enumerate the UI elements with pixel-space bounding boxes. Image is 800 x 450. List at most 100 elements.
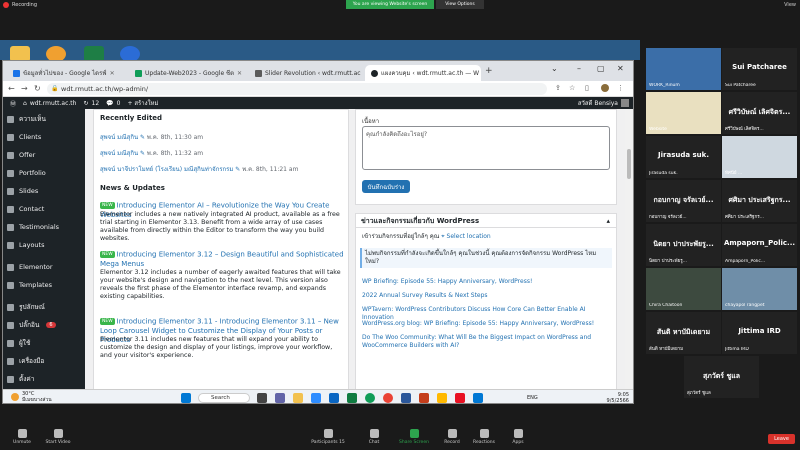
updates-link[interactable]: ↻ 12 (83, 100, 99, 107)
select-location-link[interactable]: Select location (447, 233, 491, 240)
tab-google-sheets[interactable]: Update-Web2023 - Google ชีต ✕ (129, 65, 247, 81)
back-icon[interactable]: ← (8, 84, 15, 93)
chrome-icon[interactable] (383, 393, 393, 403)
view-button[interactable]: View (784, 2, 796, 8)
new-tab-button[interactable]: + (485, 66, 493, 76)
profile-avatar[interactable] (601, 84, 609, 92)
greeting[interactable]: สวัสดี Bensiya (578, 98, 618, 108)
chat-button[interactable]: Chat (352, 429, 396, 445)
recent-item-name[interactable]: สุพจน์ มณีสุกิน (100, 134, 138, 141)
sidebar-item-appearance[interactable]: รูปลักษณ์ (3, 299, 85, 315)
tab-search-icon[interactable]: ⌄ (551, 64, 558, 73)
sidebar-item-users[interactable]: ผู้ใช้ (3, 335, 85, 351)
taskbar-search[interactable]: Search (198, 393, 250, 403)
sidebar-item-portfolio[interactable]: Portfolio (3, 165, 85, 181)
language-indicator[interactable]: ENG (527, 395, 538, 401)
sidebar-item-elementor[interactable]: Elementor (3, 259, 85, 275)
page-scrollbar[interactable] (625, 109, 633, 403)
participant-tile[interactable]: Website (646, 92, 721, 134)
sidebar-item-clients[interactable]: Clients (3, 129, 85, 145)
tab-google-drive[interactable]: ข้อมูลทั่วไปของ - Google ไดรฟ์ ✕ (7, 65, 127, 81)
draft-content-textarea[interactable]: คุณกำลังคิดถึงอะไรอยู่? (362, 126, 610, 170)
teams-icon[interactable] (275, 393, 285, 403)
recent-item[interactable]: สุพจน์ มณีสุกิน ✎ พ.ค. 8th, 11:30 am (100, 132, 203, 142)
zoom-icon[interactable] (311, 393, 321, 403)
explorer-icon[interactable] (293, 393, 303, 403)
news-link[interactable]: WP Briefing: Episode 55: Happy Anniversa… (362, 278, 612, 286)
sidebar-item-templates[interactable]: Templates (3, 277, 85, 293)
sidebar-item-layouts[interactable]: Layouts (3, 237, 85, 253)
recent-item[interactable]: สุพจน์ มณีสุกิน ✎ พ.ค. 8th, 11:32 am (100, 148, 203, 158)
reload-icon[interactable]: ↻ (34, 84, 41, 93)
sidepanel-icon[interactable]: ▯ (585, 84, 589, 92)
leave-button[interactable]: Leave (768, 434, 795, 444)
news-item-title[interactable]: NEW Introducing Elementor 3.12 – Design B… (100, 250, 344, 269)
word-icon[interactable] (401, 393, 411, 403)
recent-item[interactable]: สุพจน์ นาจีปราโมทย์ (โรงเรียน) มณีสุกินท… (100, 164, 298, 174)
sidebar-item-testimonials[interactable]: Testimonials (3, 219, 85, 235)
close-icon[interactable]: ✕ (110, 70, 115, 77)
participant-tile[interactable]: ศรีวิบัษณ์ เลิศจิตร... ศรีวิบัษณ์ เลิศจิต… (722, 92, 797, 134)
files-icon[interactable] (437, 393, 447, 403)
news-link[interactable]: Do The Woo Community: What Will Be the B… (362, 334, 612, 350)
app-icon[interactable] (473, 393, 483, 403)
participants-button[interactable]: Participants 15 (306, 429, 350, 445)
scroll-thumb[interactable] (627, 149, 631, 179)
tab-slider-revolution[interactable]: Slider Revolution ‹ wdt.rmutt.ac✕ (249, 65, 363, 81)
start-video-button[interactable]: Start Video (36, 429, 80, 445)
edge-browser-icon[interactable] (365, 393, 375, 403)
participant-tile[interactable]: ศศิมา ประเสริฐกร... ศศิมา ประเสริฐกร... (722, 180, 797, 222)
close-icon[interactable]: ✕ (237, 70, 242, 77)
participant-tile[interactable]: chayapol rangpet (722, 268, 797, 310)
new-content-link[interactable]: + สร้างใหม่ (127, 98, 158, 108)
participant-tile[interactable]: Chira Chaitoon (646, 268, 721, 310)
sidebar-item-contact[interactable]: Contact (3, 201, 85, 217)
apps-button[interactable]: Apps (496, 429, 540, 445)
weather-widget[interactable]: 30°C มีเมฆบางส่วน (11, 391, 52, 403)
excel-icon[interactable] (347, 393, 357, 403)
news-link[interactable]: 2022 Annual Survey Results & Next Steps (362, 292, 612, 300)
bookmark-star-icon[interactable]: ☆ (569, 84, 575, 92)
news-link[interactable]: Introducing Elementor 3.12 – Design Beau… (100, 251, 344, 268)
tab-dashboard[interactable]: แผงควบคุม ‹ wdt.rmutt.ac.th — W✕ (365, 65, 481, 81)
participant-tile[interactable]: Ampaporn_Polic... Ampaporn_Polic... (722, 224, 797, 266)
wp-logo-icon[interactable]: Ⓦ (10, 99, 16, 108)
participant-tile[interactable]: Jittima IRD Jittima IRD (722, 312, 797, 354)
powerpoint-icon[interactable] (419, 393, 429, 403)
participant-tile[interactable]: นิตยา ปาประพัยรู... นิตยา ปาประพัยรู... (646, 224, 721, 266)
participant-tile[interactable]: Jirasuda suk. Jirasuda suk. (646, 136, 721, 178)
minimize-icon[interactable]: – (577, 64, 581, 73)
home-icon[interactable]: ⌂ wdt.rmutt.ac.th (23, 100, 76, 107)
recent-item-name[interactable]: สุพจน์ มณีสุกิน (100, 150, 138, 157)
collapse-icon[interactable]: ▴ (606, 214, 610, 228)
task-view-icon[interactable] (257, 393, 267, 403)
comments-link[interactable]: 💬 0 (106, 100, 120, 107)
sidebar-item-plugins[interactable]: ปลั๊กอิน 6 (3, 317, 85, 333)
clock[interactable]: 9:05 9/5/2566 (607, 392, 629, 403)
news-link[interactable]: WordPress.org blog: WP Briefing: Episode… (362, 320, 612, 328)
maximize-icon[interactable]: ▢ (597, 64, 605, 73)
view-options-button[interactable]: View Options (436, 0, 484, 9)
participant-tile[interactable]: กอบกาญ จรัลเวย์... กอบกาญ จรัลเวย์... (646, 180, 721, 222)
participant-tile[interactable]: สุภวัตร์ ชูแล สุภวัตร์ ชูแล (684, 356, 759, 398)
sidebar-item-tools[interactable]: เครื่องมือ (3, 353, 85, 369)
save-draft-button[interactable]: บันทึกฉบับร่าง (362, 180, 410, 193)
sidebar-item-offer[interactable]: Offer (3, 147, 85, 163)
menu-icon[interactable]: ⋮ (617, 84, 624, 92)
url-bar[interactable]: 🔒 wdt.rmutt.ac.th/wp-admin/ (47, 83, 547, 95)
participant-tile[interactable]: ทัศนีย์ ... (722, 136, 797, 178)
share-icon[interactable]: ⇪ (555, 84, 561, 92)
participant-tile[interactable]: WORK_Rinum (646, 48, 721, 90)
avatar[interactable] (621, 99, 629, 107)
start-icon[interactable] (181, 393, 191, 403)
participant-tile[interactable]: สันติ หาบัมิเดยาม สันติ หาบัมิเดยาม (646, 312, 721, 354)
sidebar-item-slides[interactable]: Slides (3, 183, 85, 199)
edge-icon[interactable] (329, 393, 339, 403)
recent-item-name[interactable]: สุพจน์ นาจีปราโมทย์ (โรงเรียน) มณีสุกินท… (100, 166, 233, 173)
participant-tile[interactable]: Sui Patcharee Sui Patcharee (722, 48, 797, 90)
close-window-icon[interactable]: ✕ (617, 64, 624, 73)
sidebar-item-comments[interactable]: ความเห็น (3, 111, 85, 127)
forward-icon[interactable]: → (21, 84, 28, 93)
acrobat-icon[interactable] (455, 393, 465, 403)
sidebar-item-settings[interactable]: ตั้งค่า (3, 371, 85, 387)
